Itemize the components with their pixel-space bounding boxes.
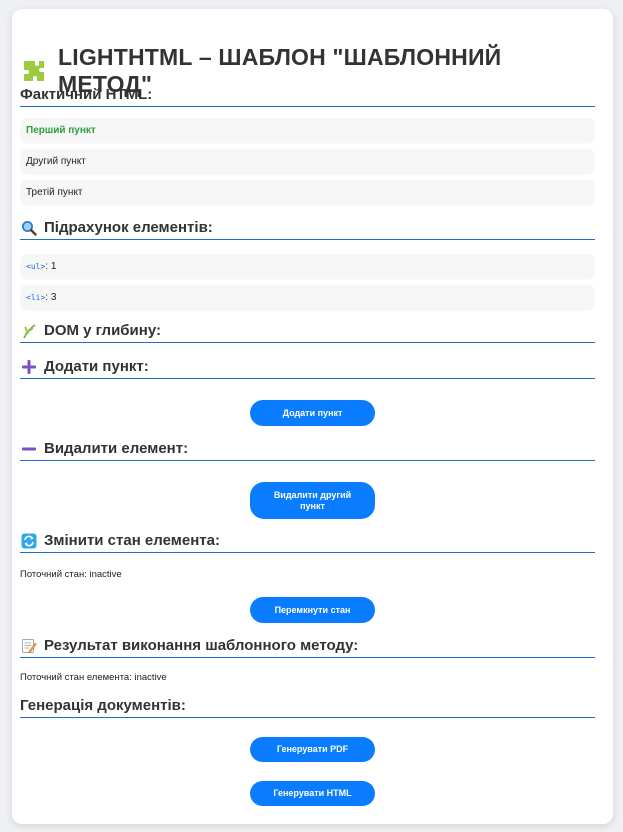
list-item-text: Перший пункт [26, 124, 96, 136]
count-value: : 3 [45, 291, 57, 303]
remove-second-item-button[interactable]: Видалити другий пункт [250, 482, 375, 519]
section-generation-label: Генерація документів: [20, 697, 186, 714]
section-result: Результат виконання шаблонного методу: [20, 637, 595, 658]
section-actual-html-label: Фактичний HTML: [20, 86, 153, 103]
memo-icon [20, 637, 37, 654]
section-toggle-label: Змінити стан елемента: [44, 532, 220, 549]
section-dom-depth: DOM у глибину: [20, 322, 595, 343]
list-item: Перший пункт [21, 118, 594, 142]
count-row-ul: <ul>: 1 [21, 254, 594, 278]
toggle-state-button[interactable]: Перемкнути стан [250, 597, 375, 623]
count-tag: <ul> [26, 261, 46, 271]
section-generation: Генерація документів: [20, 697, 595, 718]
list-item: Третій пункт [21, 180, 594, 204]
list-item: Другий пункт [21, 149, 594, 173]
count-tag: <li> [26, 292, 46, 302]
generate-html-button[interactable]: Генерувати HTML [250, 781, 375, 806]
section-add-label: Додати пункт: [44, 358, 149, 375]
section-dom-depth-label: DOM у глибину: [44, 322, 161, 339]
section-actual-html: Фактичний HTML: [20, 86, 595, 107]
current-state-text: Поточний стан: inactive [20, 569, 122, 580]
list-item-text: Другий пункт [26, 155, 86, 167]
generate-pdf-button[interactable]: Генерувати PDF [250, 737, 375, 762]
section-result-label: Результат виконання шаблонного методу: [44, 637, 359, 654]
section-remove: Видалити елемент: [20, 440, 595, 461]
add-item-button[interactable]: Додати пункт [250, 400, 375, 426]
count-value: : 1 [45, 260, 57, 272]
section-count: Підрахунок елементів: [20, 219, 595, 240]
plus-icon [20, 358, 37, 375]
count-row-li: <li>: 3 [21, 285, 594, 309]
refresh-icon [20, 532, 37, 549]
list-item-text: Третій пункт [26, 186, 83, 198]
puzzle-icon [24, 61, 44, 81]
section-remove-label: Видалити елемент: [44, 440, 189, 457]
minus-icon [20, 440, 37, 457]
magnifier-icon [20, 219, 37, 236]
section-count-label: Підрахунок елементів: [44, 219, 213, 236]
section-toggle: Змінити стан елемента: [20, 532, 595, 553]
section-add: Додати пункт: [20, 358, 595, 379]
result-state-text: Поточний стан елемента: inactive [20, 672, 167, 683]
herb-icon [20, 322, 37, 339]
